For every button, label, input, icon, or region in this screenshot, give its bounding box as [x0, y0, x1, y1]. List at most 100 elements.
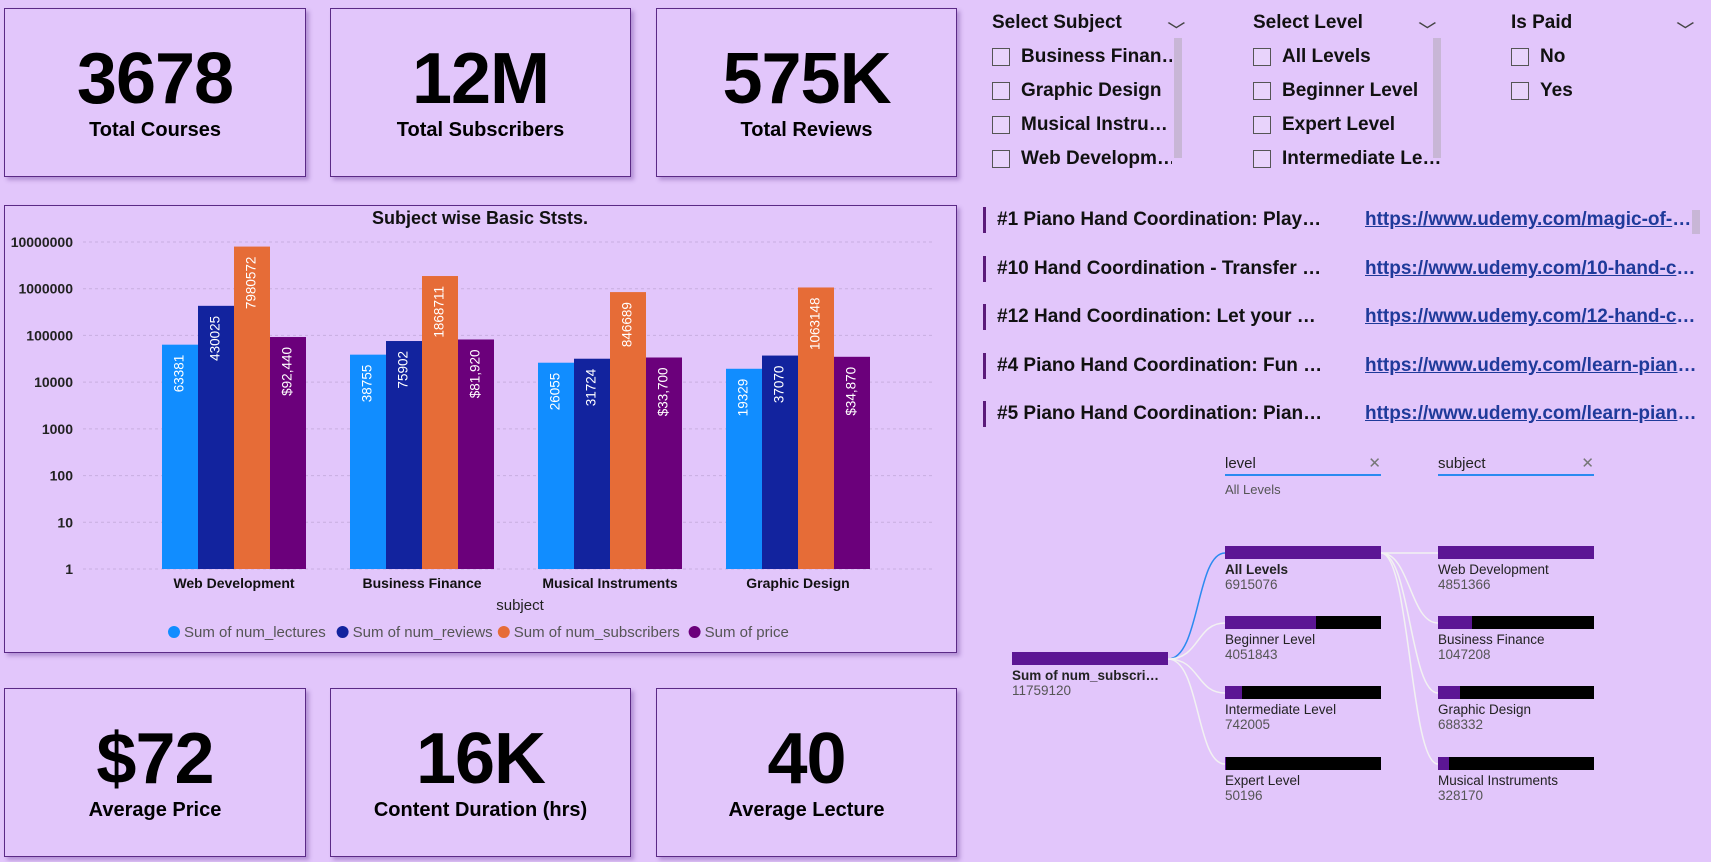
tree-node-subject[interactable]: Business Finance 1047208: [1438, 616, 1594, 662]
option-label: Musical Instru…: [1021, 114, 1168, 135]
row-marker: [983, 256, 986, 282]
node-value: 328170: [1438, 788, 1484, 803]
slicer-option[interactable]: Beginner Level: [1253, 74, 1443, 108]
chevron-down-icon[interactable]: ⌵: [1677, 15, 1694, 32]
tree-root-node[interactable]: Sum of num_subscri… 11759120: [1012, 652, 1168, 698]
node-label: Web Development: [1438, 562, 1549, 577]
node-value: 1047208: [1438, 647, 1491, 662]
course-title: #4 Piano Hand Coordination: Fun …: [997, 355, 1323, 376]
row-marker: [983, 207, 986, 233]
row-marker: [983, 401, 986, 427]
option-label: Graphic Design: [1021, 80, 1162, 101]
level-filter[interactable]: level ✕ All Levels: [1225, 452, 1381, 497]
connector: [1167, 622, 1226, 660]
level-options: All Levels Beginner Level Expert Level I…: [1253, 40, 1443, 176]
kpi-value: 3678: [76, 39, 234, 119]
chevron-down-icon[interactable]: ⌵: [1168, 15, 1185, 32]
slicer-option[interactable]: Expert Level: [1253, 108, 1443, 142]
slicer-option[interactable]: Intermediate Le…: [1253, 142, 1443, 176]
course-url-link[interactable]: https://www.udemy.com/12-hand-co…: [1365, 306, 1697, 328]
slicer-option[interactable]: Yes: [1511, 74, 1691, 108]
legend-label: Sum of num_lectures: [184, 624, 326, 641]
kpi-total-courses: 3678 Total Courses: [4, 8, 306, 177]
slicer-option[interactable]: Graphic Design: [992, 74, 1172, 108]
close-icon[interactable]: ✕: [1368, 454, 1381, 472]
checkbox[interactable]: [1253, 82, 1271, 100]
tree-node-level[interactable]: Expert Level 50196: [1225, 757, 1381, 803]
tree-node-subject[interactable]: Musical Instruments 328170: [1438, 757, 1594, 803]
close-icon[interactable]: ✕: [1581, 454, 1594, 472]
is-paid-slicer-header[interactable]: Is Paid ⌵: [1511, 10, 1694, 36]
slicer-title: Select Level: [1253, 12, 1363, 33]
filter-label: level: [1225, 455, 1256, 472]
course-url-link[interactable]: https://www.udemy.com/10-hand-co…: [1365, 258, 1697, 280]
node-fill: [1438, 616, 1472, 629]
legend-marker: [688, 626, 701, 638]
node-label: Graphic Design: [1438, 702, 1532, 717]
checkbox[interactable]: [1253, 116, 1271, 134]
checkbox[interactable]: [992, 150, 1010, 168]
kpi-label: Total Courses: [89, 119, 221, 141]
node-fill: [1438, 757, 1449, 770]
kpi-content-duration: 16K Content Duration (hrs): [330, 688, 631, 857]
tree-node-subject[interactable]: Web Development 4851366: [1438, 546, 1594, 592]
scrollbar[interactable]: [1174, 38, 1182, 158]
subject-filter[interactable]: subject ✕: [1438, 452, 1594, 476]
tree-node-level[interactable]: All Levels 6915076: [1225, 546, 1381, 592]
level-slicer-header[interactable]: Select Level ⌵: [1253, 10, 1436, 36]
node-label: Sum of num_subscri…: [1012, 668, 1160, 683]
connector: [1380, 552, 1439, 694]
connector: [1167, 658, 1226, 765]
course-url-link[interactable]: https://www.udemy.com/learn-piano-…: [1365, 355, 1697, 377]
data-label: 7980572: [244, 257, 259, 310]
tree-node-level[interactable]: Beginner Level 4051843: [1225, 616, 1381, 662]
scrollbar[interactable]: [1692, 210, 1700, 234]
course-url-link[interactable]: https://www.udemy.com/magic-of-eb…: [1365, 209, 1697, 231]
node-label: All Levels: [1225, 562, 1289, 577]
chevron-down-icon[interactable]: ⌵: [1419, 15, 1436, 32]
subject-slicer-header[interactable]: Select Subject ⌵: [992, 10, 1185, 36]
option-label: No: [1540, 46, 1566, 67]
node-label: Musical Instruments: [1438, 773, 1559, 788]
node-value: 742005: [1225, 717, 1271, 732]
scrollbar[interactable]: [1433, 38, 1441, 158]
checkbox[interactable]: [992, 82, 1010, 100]
kpi-value: $72: [96, 719, 214, 799]
checkbox[interactable]: [1511, 82, 1529, 100]
checkbox[interactable]: [1253, 150, 1271, 168]
tree-node-subject[interactable]: Graphic Design 688332: [1438, 686, 1594, 732]
kpi-total-reviews: 575K Total Reviews: [656, 8, 957, 177]
x-tick-label: Web Development: [173, 575, 294, 591]
kpi-label: Content Duration (hrs): [373, 799, 588, 821]
slicer-option[interactable]: Business Finan…: [992, 40, 1172, 74]
data-label: 26055: [548, 373, 563, 411]
slicer-option[interactable]: No: [1511, 40, 1691, 74]
tree-node-level[interactable]: Intermediate Level 742005: [1225, 686, 1381, 732]
legend-marker: [168, 626, 180, 638]
row-marker: [983, 353, 986, 379]
checkbox[interactable]: [992, 116, 1010, 134]
node-fill: [1225, 757, 1227, 770]
option-label: Business Finan…: [1021, 46, 1172, 67]
option-label: Web Developm…: [1021, 148, 1172, 169]
checkbox[interactable]: [1253, 48, 1271, 66]
data-label: 31724: [584, 368, 599, 406]
data-label: $92,440: [280, 347, 295, 396]
legend-label: Sum of num_reviews: [353, 624, 493, 641]
option-label: All Levels: [1282, 46, 1371, 67]
checkbox[interactable]: [992, 48, 1010, 66]
slicer-option[interactable]: Musical Instru…: [992, 108, 1172, 142]
node-label: Intermediate Level: [1225, 702, 1337, 717]
course-url-link[interactable]: https://www.udemy.com/learn-piano-…: [1365, 403, 1697, 425]
y-tick-label: 1: [65, 561, 73, 577]
slicer-option[interactable]: Web Developm…: [992, 142, 1172, 176]
data-label: 37070: [772, 366, 787, 404]
slicer-title: Is Paid: [1511, 12, 1573, 33]
option-label: Expert Level: [1282, 114, 1395, 135]
connector: [1380, 552, 1439, 624]
slicer-option[interactable]: All Levels: [1253, 40, 1443, 74]
legend-label: Sum of price: [705, 624, 789, 641]
node-fill: [1225, 616, 1317, 629]
y-tick-label: 100000: [26, 327, 73, 343]
checkbox[interactable]: [1511, 48, 1529, 66]
